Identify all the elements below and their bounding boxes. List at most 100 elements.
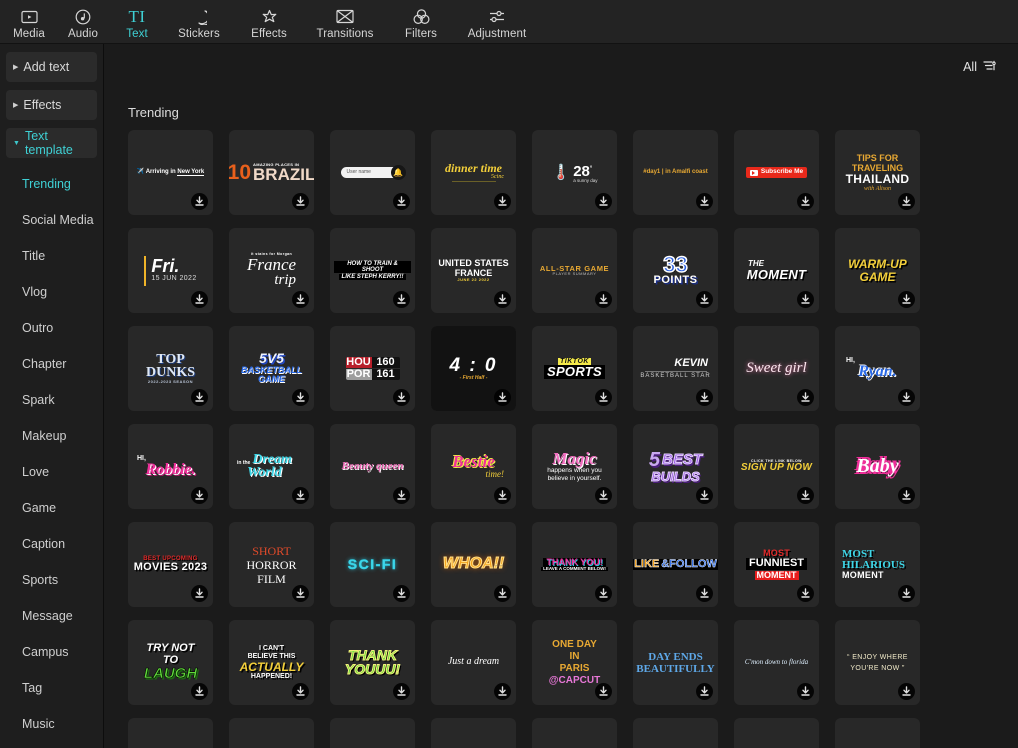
sidebar-item-trending[interactable]: Trending: [6, 166, 97, 202]
download-icon[interactable]: [696, 291, 713, 308]
download-icon[interactable]: [595, 487, 612, 504]
sidebar-item-love[interactable]: Love: [6, 454, 97, 490]
download-icon[interactable]: [797, 585, 814, 602]
download-icon[interactable]: [898, 193, 915, 210]
template-card-hi-ryan[interactable]: HI, Ryan.: [835, 326, 920, 411]
sidebar-item-social-media[interactable]: Social Media: [6, 202, 97, 238]
download-icon[interactable]: [696, 193, 713, 210]
download-icon[interactable]: [292, 291, 309, 308]
template-card-thank-you-leave-comment[interactable]: THANK YOU! LEAVE A COMMENT BELOW!: [532, 522, 617, 607]
download-icon[interactable]: [393, 193, 410, 210]
template-card-10-brazil[interactable]: 10 AMAZING PLACES IN BRAZIL: [229, 130, 314, 215]
toolbar-item-effects[interactable]: Effects: [234, 0, 304, 44]
download-icon[interactable]: [898, 389, 915, 406]
sidebar-item-chapter[interactable]: Chapter: [6, 346, 97, 382]
template-card-sci-fi[interactable]: SCI-FI: [330, 522, 415, 607]
template-card-just-a-dream[interactable]: Just a dream: [431, 620, 516, 705]
template-card-day1-amalfi-coast[interactable]: #day1 | in Amalfi coast: [633, 130, 718, 215]
template-card-united-states-vs-france[interactable]: UNITED STATES FRANCE JUNE 22 2022: [431, 228, 516, 313]
template-card-placeholder[interactable]: [835, 718, 920, 748]
download-icon[interactable]: [494, 291, 511, 308]
toolbar-item-filters[interactable]: Filters: [386, 0, 456, 44]
download-icon[interactable]: [595, 291, 612, 308]
download-icon[interactable]: [292, 585, 309, 602]
template-card-most-funniest-moment[interactable]: MOST FUNNIEST MOMENT: [734, 522, 819, 607]
template-card-placeholder[interactable]: [229, 718, 314, 748]
toolbar-item-stickers[interactable]: Stickers: [164, 0, 234, 44]
template-card-the-moment[interactable]: THE MOMENT: [734, 228, 819, 313]
sidebar-item-campus[interactable]: Campus: [6, 634, 97, 670]
sidebar-item-tag[interactable]: Tag: [6, 670, 97, 706]
download-icon[interactable]: [292, 487, 309, 504]
sidebar-item-outro[interactable]: Outro: [6, 310, 97, 346]
template-card-beauty-queen[interactable]: Beauty queen: [330, 424, 415, 509]
download-icon[interactable]: [797, 487, 814, 504]
sidebar-item-game[interactable]: Game: [6, 490, 97, 526]
template-card-france-trip[interactable]: it stains for Morgan France trip: [229, 228, 314, 313]
download-icon[interactable]: [393, 683, 410, 700]
download-icon[interactable]: [595, 585, 612, 602]
download-icon[interactable]: [393, 487, 410, 504]
download-icon[interactable]: [494, 585, 511, 602]
download-icon[interactable]: [191, 683, 208, 700]
download-icon[interactable]: [494, 683, 511, 700]
toolbar-item-transitions[interactable]: Transitions: [304, 0, 386, 44]
sidebar-group-effects[interactable]: ▶ Effects: [6, 90, 97, 120]
download-icon[interactable]: [797, 683, 814, 700]
download-icon[interactable]: [393, 389, 410, 406]
template-scroll-area[interactable]: Trending ✈️ Arriving in New York 10 AMAZIN…: [104, 90, 1018, 748]
template-card-33-points[interactable]: 33 POINTS: [633, 228, 718, 313]
template-card-5-best-builds[interactable]: 5 BEST BUILDS: [633, 424, 718, 509]
template-card-enjoy-where-youre-now[interactable]: “ ENJOY WHERE YOU'RE NOW ”: [835, 620, 920, 705]
sidebar-group-add-text[interactable]: ▶ Add text: [6, 52, 97, 82]
download-icon[interactable]: [898, 487, 915, 504]
template-card-warm-up-game[interactable]: WARM-UP GAME: [835, 228, 920, 313]
download-icon[interactable]: [696, 389, 713, 406]
template-card-placeholder[interactable]: [128, 718, 213, 748]
download-icon[interactable]: [898, 291, 915, 308]
template-card-i-cant-believe-this[interactable]: I CAN'T BELIEVE THIS ACTUALLY HAPPENED!: [229, 620, 314, 705]
toolbar-item-media[interactable]: Media: [2, 0, 56, 44]
template-card-5v5-basketball-game[interactable]: 5V5 BASKETBALL GAME: [229, 326, 314, 411]
template-card-placeholder[interactable]: [431, 718, 516, 748]
download-icon[interactable]: [191, 193, 208, 210]
template-card-baby[interactable]: Baby: [835, 424, 920, 509]
template-card-all-star-game[interactable]: ALL-STAR GAME PLAYER SUMMARY: [532, 228, 617, 313]
sidebar-item-caption[interactable]: Caption: [6, 526, 97, 562]
filter-all-button[interactable]: All: [959, 57, 1000, 77]
template-card-tiktok-sports[interactable]: TIKTOK SPORTS: [532, 326, 617, 411]
download-icon[interactable]: [393, 585, 410, 602]
download-icon[interactable]: [191, 487, 208, 504]
sidebar-item-message[interactable]: Message: [6, 598, 97, 634]
download-icon[interactable]: [696, 487, 713, 504]
sidebar-item-title[interactable]: Title: [6, 238, 97, 274]
sidebar-item-spark[interactable]: Spark: [6, 382, 97, 418]
template-card-placeholder[interactable]: [330, 718, 415, 748]
download-icon[interactable]: [797, 291, 814, 308]
toolbar-item-adjustment[interactable]: Adjustment: [456, 0, 538, 44]
download-icon[interactable]: [797, 389, 814, 406]
download-icon[interactable]: [292, 389, 309, 406]
download-icon[interactable]: [595, 193, 612, 210]
download-icon[interactable]: [696, 585, 713, 602]
template-card-placeholder[interactable]: [633, 718, 718, 748]
download-icon[interactable]: [191, 291, 208, 308]
download-icon[interactable]: [494, 389, 511, 406]
template-card-fri-15-jun-2022[interactable]: Fri. 15 JUN 2022: [128, 228, 213, 313]
download-icon[interactable]: [292, 683, 309, 700]
template-card-like-and-follow[interactable]: LIKE &FOLLOW: [633, 522, 718, 607]
sidebar-item-vlog[interactable]: Vlog: [6, 274, 97, 310]
template-card-cmon-down-to-florida[interactable]: C'mon down to florida: [734, 620, 819, 705]
template-card-28-sunny-day[interactable]: 🌡️ 28° a sunny day: [532, 130, 617, 215]
download-icon[interactable]: [696, 683, 713, 700]
template-card-day-ends-beautifully[interactable]: DAY ENDS BEAUTIFULLY: [633, 620, 718, 705]
template-card-sweet-girl[interactable]: Sweet girl: [734, 326, 819, 411]
template-card-top-dunks[interactable]: TOP DUNKS 2022-2023 SEASON: [128, 326, 213, 411]
download-icon[interactable]: [292, 193, 309, 210]
template-card-placeholder[interactable]: [532, 718, 617, 748]
subscribe-button[interactable]: Subscribe Me: [745, 166, 808, 179]
template-card-tips-traveling-thailand[interactable]: TIPS FOR TRAVELING THAILAND with Alison: [835, 130, 920, 215]
sidebar-group-text-template[interactable]: ▼ Text template: [6, 128, 97, 158]
template-card-subscribe-me[interactable]: Subscribe Me: [734, 130, 819, 215]
template-card-bestie-time[interactable]: Bestie time!: [431, 424, 516, 509]
